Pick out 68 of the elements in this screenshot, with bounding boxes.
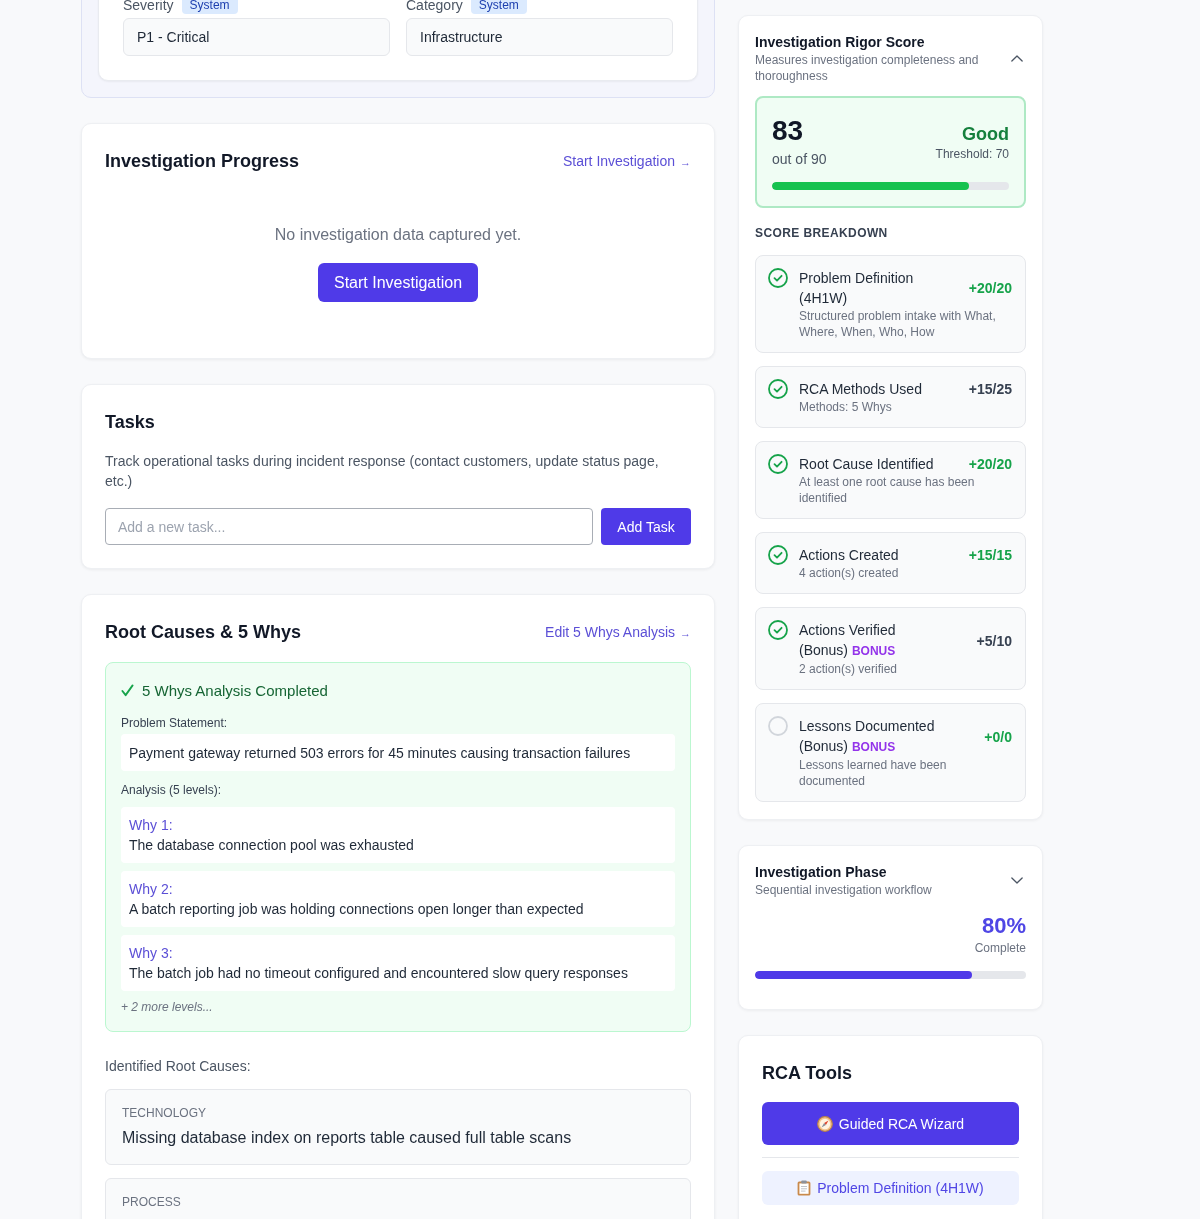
rating-text: Good — [961, 123, 1009, 146]
chevron-down-icon[interactable] — [1011, 876, 1023, 884]
card-title: Root Causes & 5 Whys — [105, 621, 302, 644]
item-description: Structured problem intake with What, Where, When, Who, How — [799, 308, 997, 340]
field-label: Severity — [123, 0, 174, 15]
threshold-text: Threshold: 70 — [935, 146, 1009, 162]
card-title: Investigation Progress — [105, 150, 300, 173]
start-investigation-button[interactable]: Start Investigation — [317, 263, 479, 302]
tool-button[interactable]: Guided RCA Wizard — [762, 1102, 1019, 1145]
score-value: 83 — [772, 114, 805, 148]
why-text: The database connection pool was exhausted — [129, 836, 415, 855]
category-label: PROCESS — [122, 1194, 182, 1210]
section-label: Analysis (5 levels): — [121, 782, 223, 798]
item-points: +20/20 — [968, 279, 1012, 298]
status-text: 5 Whys Analysis Completed — [142, 681, 328, 699]
task-input[interactable]: Add a new task... — [105, 508, 593, 545]
item-name: Actions Created — [799, 546, 900, 565]
tool-button[interactable]: Problem Definition (4H1W) — [762, 1171, 1019, 1205]
item-name: Root Cause Identified — [799, 455, 935, 474]
item-description: At least one root cause has been identified — [799, 474, 976, 506]
item-name: RCA Methods Used — [799, 380, 923, 399]
score-max: out of 90 — [772, 150, 827, 169]
tasks-description: Track operational tasks during incident response (contact customers, update status page, etc.) — [105, 452, 660, 491]
compass-icon — [816, 1115, 833, 1132]
card-title: RCA Tools — [762, 1062, 853, 1085]
card-title: Investigation Rigor Score — [755, 33, 926, 52]
clipboard-icon — [797, 1180, 812, 1196]
why-label: Why 1: — [129, 816, 174, 835]
source-badge: System — [181, 0, 238, 14]
field-label: Category — [406, 0, 463, 15]
more-levels-note: + 2 more levels... — [121, 999, 214, 1015]
check-icon — [121, 683, 134, 697]
root-cause-text: Missing database index on reports table caused full table scans — [122, 1128, 573, 1148]
item-name: Lessons Documented (Bonus) BONUS — [799, 717, 936, 756]
item-name: Problem Definition (4H1W) — [799, 269, 915, 308]
card-subtitle: Sequential investigation workflow — [755, 882, 933, 898]
section-heading: SCORE BREAKDOWN — [755, 225, 889, 241]
item-description: Lessons learned have been documented — [799, 757, 948, 789]
item-points: +5/10 — [976, 631, 1012, 651]
chevron-up-icon[interactable] — [1011, 54, 1023, 62]
add-task-button[interactable]: Add Task — [601, 508, 691, 545]
item-points: +20/20 — [968, 455, 1012, 474]
why-text: The batch job had no timeout configured and encountered slow query responses — [129, 964, 629, 983]
category-label: TECHNOLOGY — [122, 1105, 207, 1121]
value-field: P1 - Critical — [123, 18, 390, 56]
header-link[interactable]: Start Investigation → — [562, 150, 691, 172]
card-title: Tasks — [105, 411, 155, 434]
item-points: +15/25 — [968, 380, 1012, 399]
percent-value: 80% — [980, 912, 1026, 940]
value-field: Infrastructure — [406, 18, 673, 56]
item-name: Actions Verified (Bonus) BONUS — [799, 621, 897, 660]
section-label: Identified Root Causes: — [105, 1057, 252, 1076]
problem-statement: Payment gateway returned 503 errors for 45 minutes causing transaction failures — [121, 734, 675, 771]
why-label: Why 3: — [129, 944, 174, 963]
why-text: A batch reporting job was holding connections open longer than expected — [129, 900, 585, 919]
empty-state-text: No investigation data captured yet. — [274, 225, 522, 245]
header-link[interactable]: Edit 5 Whys Analysis → — [545, 621, 691, 643]
item-points: +15/15 — [968, 546, 1012, 565]
why-label: Why 2: — [129, 880, 174, 899]
percent-label: Complete — [973, 940, 1026, 956]
item-points: +0/0 — [984, 727, 1012, 747]
section-label: Problem Statement: — [121, 715, 229, 731]
item-description: 4 action(s) created — [799, 565, 900, 581]
item-description: 2 action(s) verified — [799, 661, 899, 677]
card-title: Investigation Phase — [755, 863, 888, 882]
source-badge: System — [470, 0, 527, 14]
card-subtitle: Measures investigation completeness and thoroughness — [755, 52, 980, 84]
item-description: Methods: 5 Whys — [799, 399, 893, 415]
